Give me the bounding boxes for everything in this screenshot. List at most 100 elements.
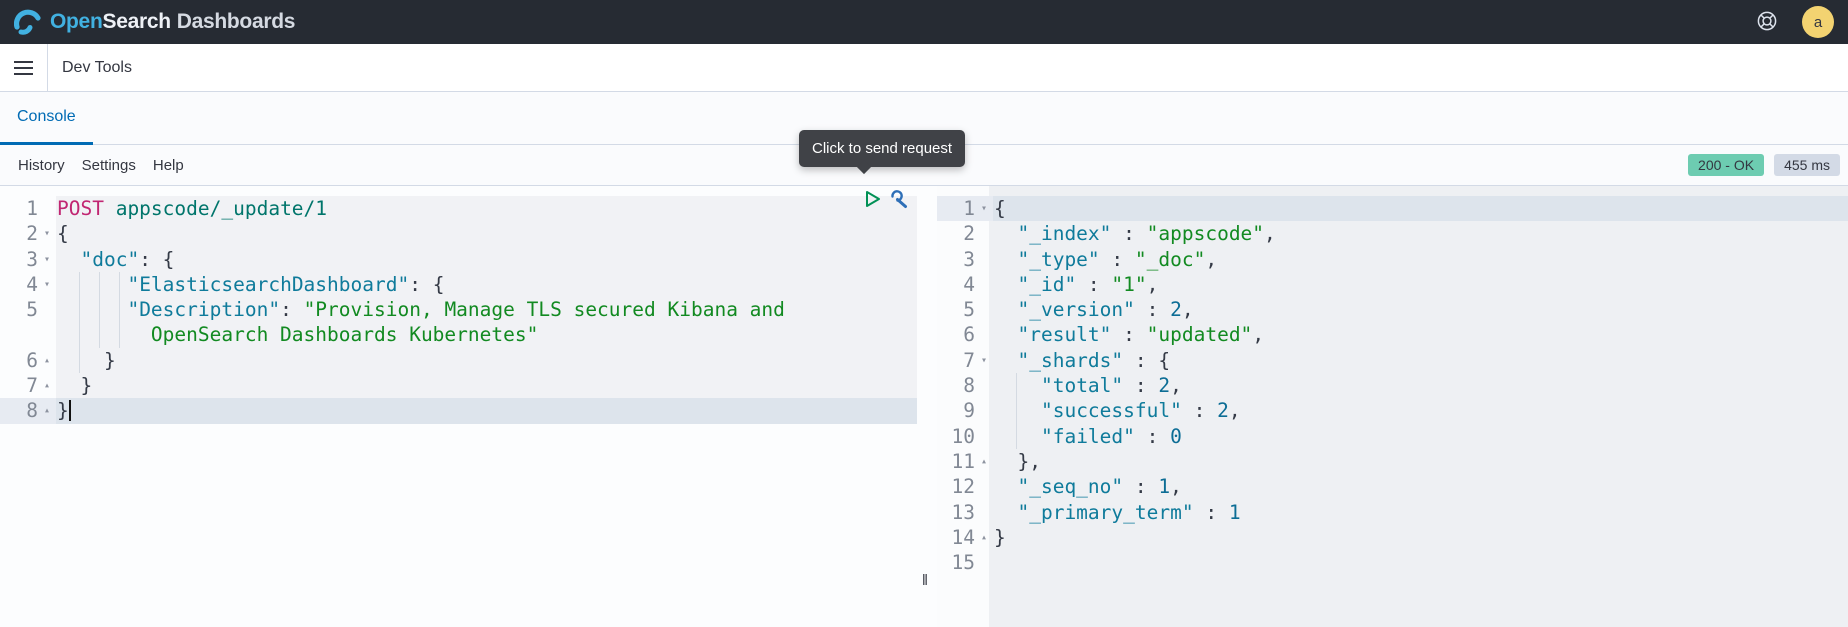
code-line: 5 "_version" : 2, bbox=[937, 297, 1848, 322]
line-number: 4 bbox=[0, 272, 38, 297]
code-text: "_id" : "1", bbox=[993, 272, 1848, 297]
help-menu-button[interactable] bbox=[1754, 9, 1780, 35]
fold-gutter bbox=[38, 196, 56, 221]
life-ring-icon bbox=[1755, 9, 1779, 33]
line-number: 10 bbox=[937, 424, 975, 449]
fold-gutter bbox=[975, 322, 993, 347]
code-text: "result" : "updated", bbox=[993, 322, 1848, 347]
line-number: 8 bbox=[0, 398, 38, 423]
line-number: 15 bbox=[937, 550, 975, 575]
fold-toggle-icon[interactable]: ▾ bbox=[38, 247, 56, 272]
code-line: 14▴} bbox=[937, 525, 1848, 550]
fold-gutter bbox=[975, 500, 993, 525]
request-editor[interactable]: 1POST appscode/_update/12▾{3▾ "doc": {4▾… bbox=[0, 186, 917, 627]
indent-guide bbox=[1016, 398, 1017, 423]
fold-toggle-icon[interactable]: ▴ bbox=[975, 525, 993, 550]
fold-toggle-icon[interactable]: ▾ bbox=[975, 348, 993, 373]
settings-menu[interactable]: Settings bbox=[82, 157, 136, 174]
code-line: 3▾ "doc": { bbox=[0, 247, 917, 272]
pane-resizer-handle[interactable]: ‖ bbox=[912, 566, 938, 594]
indent-guide bbox=[79, 348, 80, 373]
send-request-button[interactable] bbox=[860, 188, 884, 212]
code-text: } bbox=[993, 525, 1848, 550]
indent-guide bbox=[1016, 424, 1017, 449]
status-badge: 200 - OK bbox=[1688, 154, 1764, 176]
indent-guide bbox=[1016, 373, 1017, 398]
user-avatar[interactable]: a bbox=[1802, 6, 1834, 38]
line-number: 9 bbox=[937, 398, 975, 423]
fold-toggle-icon[interactable]: ▴ bbox=[38, 398, 56, 423]
code-text: } bbox=[56, 373, 917, 398]
fold-gutter bbox=[38, 322, 56, 347]
code-line: 7▾ "_shards" : { bbox=[937, 348, 1848, 373]
code-text: "ElasticsearchDashboard": { bbox=[56, 272, 917, 297]
request-options-button[interactable] bbox=[887, 188, 911, 212]
fold-gutter bbox=[975, 221, 993, 246]
code-line: 4▾ "ElasticsearchDashboard": { bbox=[0, 272, 917, 297]
tab-console[interactable]: Console bbox=[0, 92, 93, 145]
text-cursor bbox=[69, 400, 71, 421]
request-actions bbox=[860, 188, 911, 212]
line-number: 6 bbox=[937, 322, 975, 347]
code-line: 4 "_id" : "1", bbox=[937, 272, 1848, 297]
duration-badge: 455 ms bbox=[1774, 154, 1840, 176]
line-number: 1 bbox=[937, 196, 975, 221]
indent-guide bbox=[79, 322, 80, 347]
fold-toggle-icon[interactable]: ▴ bbox=[975, 449, 993, 474]
indent-guide bbox=[119, 297, 120, 322]
code-text: "failed" : 0 bbox=[993, 424, 1848, 449]
fold-gutter bbox=[975, 550, 993, 575]
code-line: 6▴ } bbox=[0, 348, 917, 373]
app-header: OpenSearchDashboards a bbox=[0, 0, 1848, 44]
code-line: 12 "_seq_no" : 1, bbox=[937, 474, 1848, 499]
line-number: 11 bbox=[937, 449, 975, 474]
indent-guide bbox=[99, 272, 100, 297]
logo-text: OpenSearchDashboards bbox=[50, 10, 295, 34]
fold-gutter bbox=[975, 247, 993, 272]
code-text: } bbox=[56, 398, 917, 423]
fold-gutter bbox=[975, 272, 993, 297]
code-line: 3 "_type" : "_doc", bbox=[937, 247, 1848, 272]
line-number: 7 bbox=[0, 373, 38, 398]
code-text: } bbox=[56, 348, 917, 373]
code-line: 2 "_index" : "appscode", bbox=[937, 221, 1848, 246]
line-number: 2 bbox=[0, 221, 38, 246]
code-text: { bbox=[993, 196, 1848, 221]
code-text: "total" : 2, bbox=[993, 373, 1848, 398]
code-line: OpenSearch Dashboards Kubernetes" bbox=[0, 322, 917, 347]
fold-toggle-icon[interactable]: ▾ bbox=[975, 196, 993, 221]
code-text: "doc": { bbox=[56, 247, 917, 272]
line-number: 1 bbox=[0, 196, 38, 221]
code-line: 1▾{ bbox=[937, 196, 1848, 221]
send-request-tooltip: Click to send request bbox=[799, 130, 965, 167]
code-line: 7▴ } bbox=[0, 373, 917, 398]
fold-toggle-icon[interactable]: ▾ bbox=[38, 272, 56, 297]
fold-gutter bbox=[975, 398, 993, 423]
fold-toggle-icon[interactable]: ▾ bbox=[38, 221, 56, 246]
line-number: 5 bbox=[0, 297, 38, 322]
line-number: 2 bbox=[937, 221, 975, 246]
code-text: "_shards" : { bbox=[993, 348, 1848, 373]
code-line: 8 "total" : 2, bbox=[937, 373, 1848, 398]
indent-guide bbox=[79, 272, 80, 297]
nav-bar: Dev Tools bbox=[0, 44, 1848, 92]
line-number: 5 bbox=[937, 297, 975, 322]
code-text: "_version" : 2, bbox=[993, 297, 1848, 322]
code-line: 5 "Description": "Provision, Manage TLS … bbox=[0, 297, 917, 322]
indent-guide bbox=[119, 322, 120, 347]
indent-guide bbox=[99, 322, 100, 347]
indent-guide bbox=[119, 272, 120, 297]
fold-gutter bbox=[38, 297, 56, 322]
indent-guide bbox=[99, 297, 100, 322]
fold-toggle-icon[interactable]: ▴ bbox=[38, 348, 56, 373]
line-number: 6 bbox=[0, 348, 38, 373]
help-menu[interactable]: Help bbox=[153, 157, 184, 174]
code-line: 10 "failed" : 0 bbox=[937, 424, 1848, 449]
line-number: 8 bbox=[937, 373, 975, 398]
code-line: 1POST appscode/_update/1 bbox=[0, 196, 917, 221]
fold-toggle-icon[interactable]: ▴ bbox=[38, 373, 56, 398]
hamburger-menu-button[interactable] bbox=[0, 44, 48, 91]
code-text: "_seq_no" : 1, bbox=[993, 474, 1848, 499]
history-menu[interactable]: History bbox=[18, 157, 65, 174]
wrench-icon bbox=[888, 188, 910, 210]
